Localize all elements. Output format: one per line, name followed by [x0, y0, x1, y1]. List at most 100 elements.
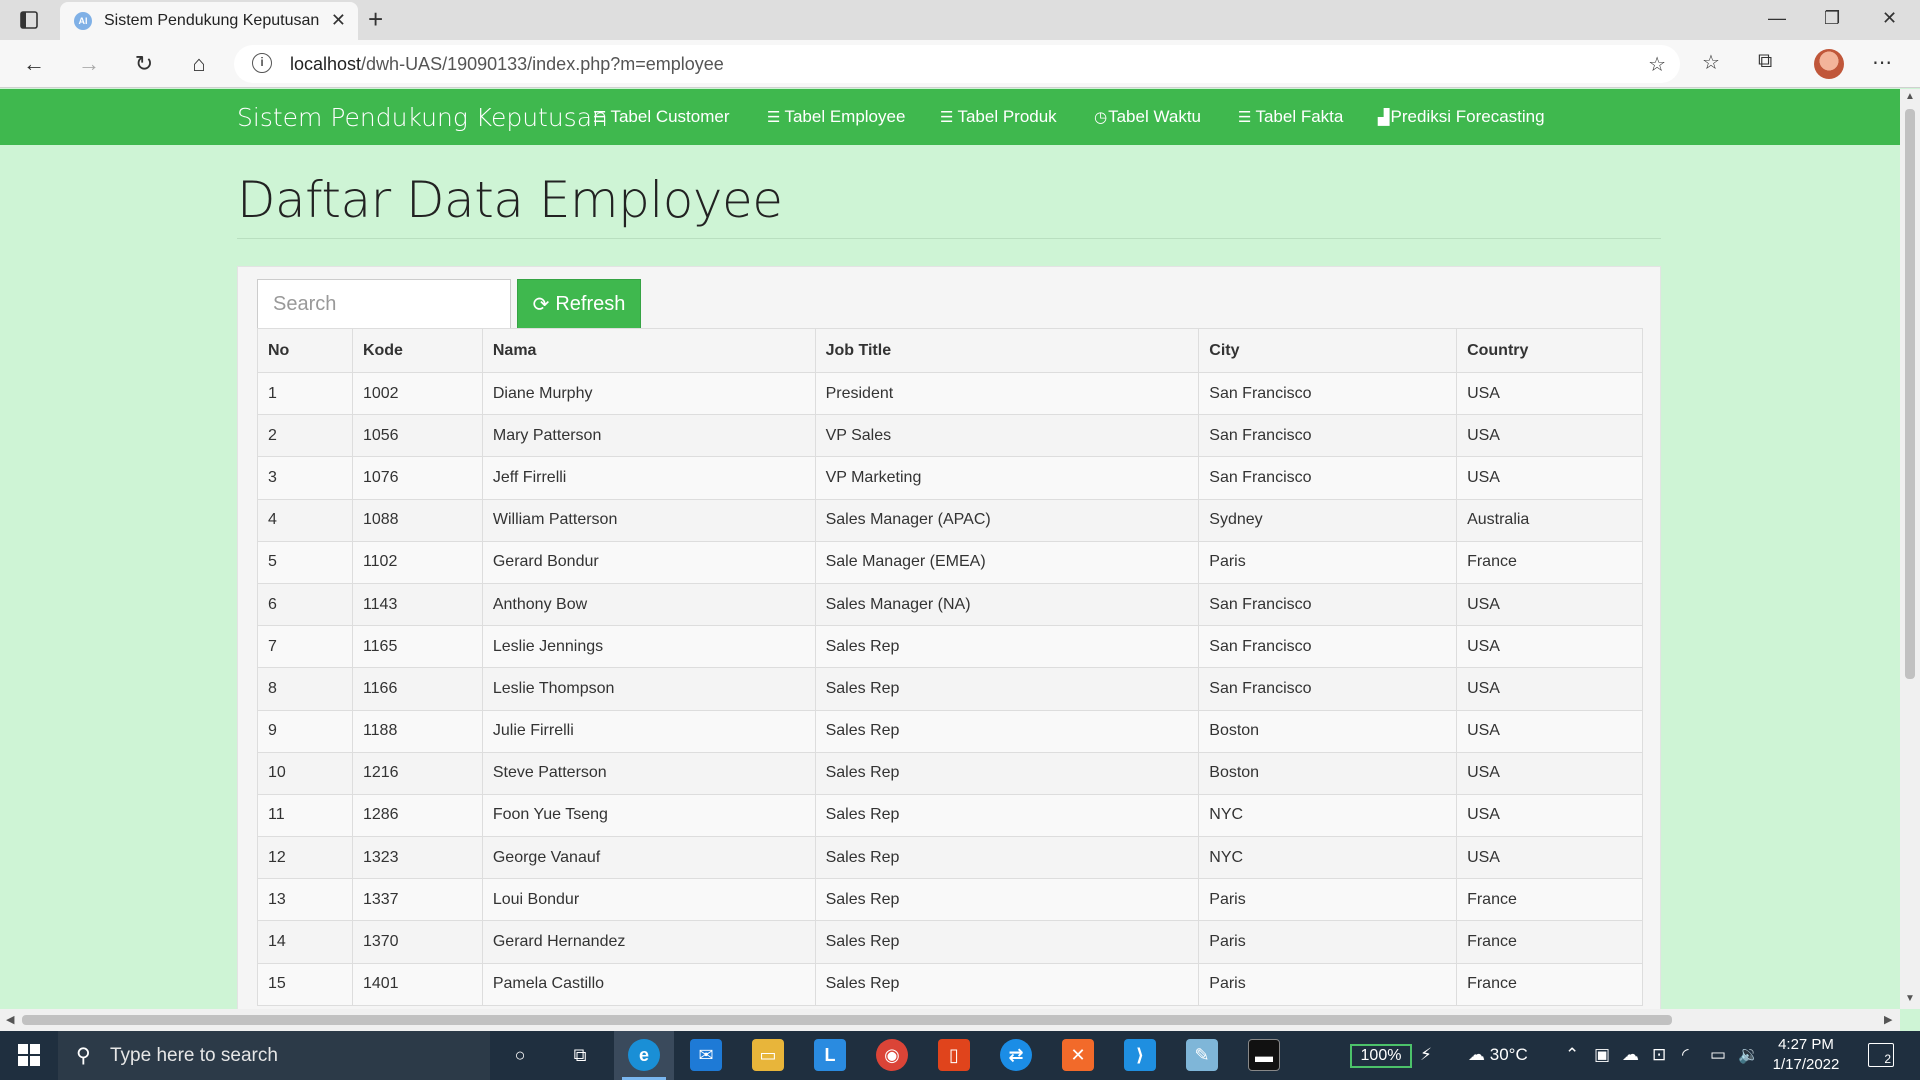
nav-item-prediksi-forecasting[interactable]: ▟Prediksi Forecasting: [1378, 107, 1545, 127]
cell-city: Boston: [1198, 751, 1458, 795]
browser-tab-active[interactable]: AI Sistem Pendukung Keputusan ✕: [60, 2, 358, 40]
edge-browser-icon[interactable]: e: [628, 1039, 660, 1071]
onedrive-icon[interactable]: ☁: [1622, 1045, 1639, 1065]
nav-item-tabel-customer[interactable]: ☰ Tabel Customer: [593, 107, 730, 127]
column-header-no[interactable]: No: [257, 328, 353, 373]
cell-job-title: VP Marketing: [814, 456, 1200, 500]
meet-now-icon[interactable]: ▣: [1594, 1045, 1610, 1065]
search-input[interactable]: [257, 279, 511, 329]
cell-country: USA: [1456, 667, 1643, 711]
column-header-nama[interactable]: Nama: [481, 328, 816, 373]
l-app-icon[interactable]: L: [814, 1039, 846, 1071]
show-hidden-icons-icon[interactable]: ⌃: [1565, 1045, 1579, 1065]
cell-no: 8: [257, 667, 353, 711]
nav-item-tabel-fakta[interactable]: ☰ Tabel Fakta: [1238, 107, 1343, 127]
notification-center-icon[interactable]: 2: [1868, 1043, 1894, 1067]
nav-item-tabel-employee[interactable]: ☰ Tabel Employee: [767, 107, 905, 127]
cell-no: 5: [257, 540, 353, 584]
tab-close-icon[interactable]: ✕: [331, 10, 346, 31]
tab-actions-icon[interactable]: [18, 9, 40, 31]
column-header-city[interactable]: City: [1198, 328, 1458, 373]
list-icon: ☰: [1238, 109, 1252, 126]
cell-kode: 1188: [351, 709, 483, 753]
back-icon[interactable]: ←: [20, 50, 48, 78]
file-explorer-icon[interactable]: ▭: [752, 1039, 784, 1071]
cell-nama: Anthony Bow: [481, 582, 816, 627]
horizontal-scrollbar[interactable]: ◀ ▶: [0, 1009, 1900, 1031]
notepad-icon[interactable]: ✎: [1186, 1039, 1218, 1071]
cell-kode: 1370: [351, 920, 483, 964]
cell-kode: 1337: [351, 878, 483, 922]
profile-avatar[interactable]: [1814, 49, 1844, 79]
cell-country: France: [1456, 962, 1643, 1006]
table-row: 4 1088 William Patterson Sales Manager (APA…: [257, 498, 1643, 542]
refresh-button[interactable]: ⟳ Refresh: [517, 279, 641, 329]
reload-icon[interactable]: ↻: [130, 50, 158, 78]
cortana-icon[interactable]: ○: [504, 1039, 536, 1071]
cell-city: Sydney: [1198, 498, 1458, 542]
vertical-scrollbar[interactable]: ▲ ▼: [1900, 89, 1920, 1009]
volume-icon[interactable]: 🔉: [1738, 1045, 1759, 1065]
more-menu-icon[interactable]: ⋯: [1872, 50, 1892, 75]
column-header-country[interactable]: Country: [1456, 328, 1643, 373]
new-tab-icon[interactable]: +: [368, 4, 383, 35]
mail-icon[interactable]: ✉: [690, 1039, 722, 1071]
site-info-icon[interactable]: i: [252, 53, 272, 73]
battery-indicator[interactable]: 100%: [1350, 1044, 1412, 1068]
favorites-icon[interactable]: ☆: [1702, 50, 1720, 75]
taskbar-clock[interactable]: 4:27 PM 1/17/2022: [1760, 1035, 1852, 1075]
windows-taskbar: ⚲ Type here to search ○ ⧉ e ✉ ▭ L ◉ ▯ ⇄ …: [0, 1031, 1920, 1080]
scroll-up-icon[interactable]: ▲: [1905, 91, 1915, 102]
vscode-icon[interactable]: ⟩: [1124, 1039, 1156, 1071]
nav-item-tabel-waktu[interactable]: ◷Tabel Waktu: [1094, 107, 1201, 127]
url-path: /dwh-UAS/19090133/index.php?m=employee: [361, 54, 724, 74]
cell-city: San Francisco: [1198, 625, 1458, 669]
table-row: 2 1056 Mary Patterson VP Sales San Francisco…: [257, 414, 1643, 458]
cell-kode: 1143: [351, 582, 483, 627]
cell-job-title: Sales Rep: [814, 793, 1200, 838]
windows-start-icon[interactable]: [18, 1044, 40, 1066]
url-field[interactable]: i localhost/dwh-UAS/19090133/index.php?m…: [234, 45, 1680, 83]
scroll-down-icon[interactable]: ▼: [1905, 993, 1915, 1004]
horizontal-scroll-thumb[interactable]: [22, 1015, 1672, 1025]
task-view-icon[interactable]: ⧉: [564, 1039, 596, 1071]
cell-country: USA: [1456, 751, 1643, 795]
collections-icon[interactable]: ⧉: [1758, 50, 1772, 73]
cell-city: Paris: [1198, 962, 1458, 1006]
battery-icon[interactable]: ▭: [1710, 1045, 1726, 1065]
power-plug-icon[interactable]: ⚡: [1420, 1045, 1432, 1065]
cell-job-title: Sales Rep: [814, 962, 1200, 1006]
cell-nama: William Patterson: [481, 498, 816, 542]
vertical-scroll-thumb[interactable]: [1905, 109, 1915, 679]
office-icon[interactable]: ▯: [938, 1039, 970, 1071]
close-window-icon[interactable]: ✕: [1882, 8, 1897, 29]
cell-country: USA: [1456, 582, 1643, 627]
navbar-brand[interactable]: Sistem Pendukung Keputusan: [237, 103, 608, 132]
scroll-left-icon[interactable]: ◀: [6, 1013, 14, 1026]
cell-no: 6: [257, 582, 353, 627]
table-row: 13 1337 Loui Bondur Sales Rep Paris France: [257, 878, 1643, 922]
home-icon[interactable]: ⌂: [185, 50, 213, 78]
minimize-icon[interactable]: —: [1768, 8, 1786, 29]
cell-job-title: Sales Rep: [814, 920, 1200, 964]
cell-no: 15: [257, 962, 353, 1006]
wifi-icon[interactable]: ◜: [1682, 1045, 1689, 1065]
table-row: 15 1401 Pamela Castillo Sales Rep Paris Franc…: [257, 962, 1643, 1006]
terminal-icon[interactable]: ▬: [1248, 1039, 1280, 1071]
taskbar-search-box[interactable]: ⚲ Type here to search: [58, 1031, 490, 1080]
weather-widget[interactable]: ☁ 30°C: [1468, 1045, 1528, 1065]
scroll-right-icon[interactable]: ▶: [1884, 1013, 1892, 1026]
column-header-kode[interactable]: Kode: [351, 328, 483, 373]
forward-icon[interactable]: →: [75, 50, 103, 78]
xampp-icon[interactable]: ✕: [1062, 1039, 1094, 1071]
cell-nama: Loui Bondur: [481, 878, 816, 922]
nav-item-tabel-produk[interactable]: ☰ Tabel Produk: [940, 107, 1057, 127]
column-header-job-title[interactable]: Job Title: [814, 328, 1200, 373]
screen-icon[interactable]: ⊡: [1652, 1045, 1666, 1065]
list-icon: ☰: [767, 109, 781, 126]
restore-icon[interactable]: ❐: [1824, 8, 1840, 29]
teamviewer-icon[interactable]: ⇄: [1000, 1039, 1032, 1071]
add-favorite-icon[interactable]: ☆: [1648, 52, 1666, 77]
chrome-icon[interactable]: ◉: [876, 1039, 908, 1071]
cell-city: Paris: [1198, 878, 1458, 922]
